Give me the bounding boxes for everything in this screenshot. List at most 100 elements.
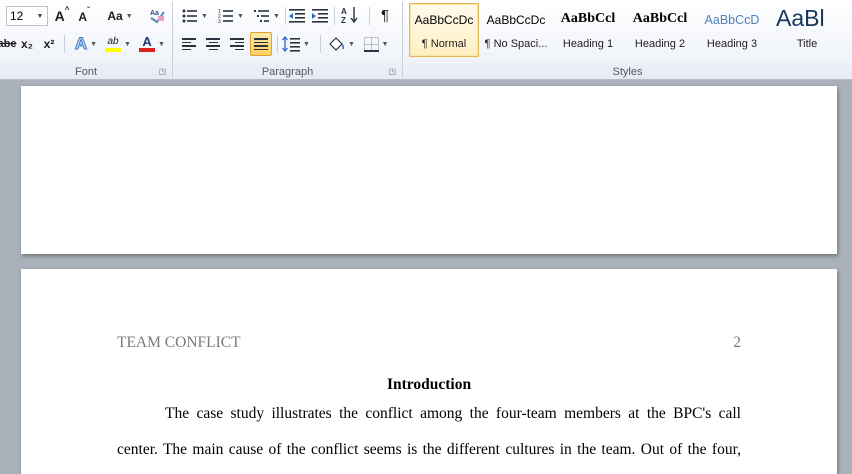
text-effects-dropdown-icon: ▼	[90, 40, 98, 48]
page-1-bottom[interactable]	[21, 86, 837, 254]
align-right-icon	[230, 38, 244, 50]
style-name: Heading 1	[562, 38, 614, 50]
shrink-font-label: A	[78, 10, 87, 24]
align-center-icon	[206, 38, 220, 50]
justify-button[interactable]	[250, 32, 272, 56]
multilevel-list-icon	[254, 10, 270, 22]
svg-text:Aa: Aa	[150, 10, 159, 17]
bullets-icon	[182, 9, 198, 23]
highlight-dropdown-icon: ▼	[124, 40, 131, 48]
divider	[320, 35, 321, 53]
superscript-button[interactable]: x²	[41, 33, 57, 55]
subscript-button[interactable]: x₂	[19, 33, 35, 55]
font-group-label: Font	[74, 66, 97, 78]
align-left-button[interactable]	[179, 33, 199, 55]
style-name: Heading 2	[634, 38, 686, 50]
style-preview: AaBbCcl	[560, 11, 616, 26]
font-color-button[interactable]: A ▼	[137, 33, 167, 55]
svg-text:Z: Z	[341, 16, 346, 24]
style-heading-2[interactable]: AaBbCcl Heading 2	[625, 3, 695, 57]
increase-indent-button[interactable]	[310, 5, 330, 27]
styles-group-label: Styles	[612, 66, 643, 78]
running-header: TEAM CONFLICT	[117, 334, 241, 351]
strikethrough-button[interactable]: abe	[0, 33, 17, 55]
numbering-dropdown-icon: ▼	[237, 12, 244, 20]
paragraph-line: center. The main cause of the conflict s…	[117, 441, 741, 458]
style-name: Heading 3	[706, 38, 758, 50]
style-preview: AaBbCcD	[704, 13, 760, 27]
section-heading: Introduction	[386, 376, 472, 393]
superscript-label: x²	[43, 37, 55, 51]
pilcrow-icon: ¶	[380, 6, 390, 24]
style-normal[interactable]: AaBbCcDc ¶ Normal	[409, 3, 479, 57]
sort-icon: A Z	[341, 7, 358, 24]
justify-icon	[254, 38, 268, 50]
change-case-button[interactable]: Aa ▼	[106, 5, 134, 27]
grow-caret-icon: ^	[64, 5, 70, 14]
show-formatting-marks-button[interactable]: ¶	[374, 4, 396, 26]
grow-font-button[interactable]: A ^	[53, 5, 71, 27]
highlight-button[interactable]: ab ▼	[103, 33, 133, 55]
decrease-indent-button[interactable]	[287, 5, 307, 27]
style-name: ¶ No Spaci...	[484, 38, 548, 50]
svg-text:A: A	[341, 7, 347, 16]
numbering-icon: 1 2 3	[218, 9, 234, 23]
paragraph-dialog-launcher-icon[interactable]: ◳	[388, 68, 396, 76]
font-color-dropdown-icon: ▼	[158, 40, 165, 48]
style-preview: AaBl	[776, 5, 825, 31]
styles-group: AaBbCcDc ¶ Normal AaBbCcDc ¶ No Spaci...…	[403, 0, 852, 80]
multilevel-list-button[interactable]: ▼	[251, 5, 283, 27]
font-size-value: 12	[10, 9, 24, 23]
numbering-button[interactable]: 1 2 3 ▼	[215, 5, 247, 27]
shrink-caret-icon: ˇ	[87, 6, 90, 15]
style-name: Title	[796, 38, 818, 50]
align-center-button[interactable]	[203, 33, 223, 55]
style-heading-3[interactable]: AaBbCcD Heading 3	[697, 3, 767, 57]
sort-button[interactable]: A Z	[338, 4, 362, 26]
line-spacing-button[interactable]: ▼	[281, 33, 311, 55]
shading-dropdown-icon: ▼	[348, 40, 355, 48]
ribbon: 12 ▼ A ^ Aˇ Aa ▼ Aa abe x₂ x² A ▼ ab ▼ A…	[0, 0, 852, 80]
align-right-button[interactable]	[227, 33, 247, 55]
divider	[334, 7, 335, 25]
font-color-bar	[139, 48, 156, 52]
borders-dropdown-icon: ▼	[381, 40, 389, 48]
borders-icon	[363, 36, 379, 52]
highlight-label: ab	[107, 35, 119, 47]
divider	[277, 35, 278, 53]
borders-button[interactable]: ▼	[360, 33, 392, 55]
divider	[285, 7, 286, 25]
font-size-box[interactable]: 12 ▼	[6, 6, 48, 26]
style-preview: AaBbCcDc	[486, 13, 546, 27]
svg-text:3: 3	[218, 19, 221, 23]
font-dialog-launcher-icon[interactable]: ◳	[158, 68, 166, 76]
style-title[interactable]: AaBl Title	[769, 3, 845, 57]
shading-icon	[329, 37, 345, 51]
page-2[interactable]: TEAM CONFLICT 2 Introduction The case st…	[21, 269, 837, 474]
shrink-font-button[interactable]: Aˇ	[76, 6, 92, 28]
style-no-spacing[interactable]: AaBbCcDc ¶ No Spaci...	[481, 3, 551, 57]
divider	[369, 7, 370, 25]
page-number: 2	[733, 334, 741, 351]
decrease-indent-icon	[289, 9, 305, 23]
bullets-button[interactable]: ▼	[179, 5, 211, 27]
style-preview: AaBbCcDc	[414, 13, 474, 27]
font-color-icon: A	[139, 35, 156, 52]
text-effects-button[interactable]: A ▼	[72, 33, 100, 55]
style-name: ¶ Normal	[421, 38, 467, 50]
strikethrough-label: abe	[0, 38, 17, 50]
multilevel-dropdown-icon: ▼	[273, 12, 280, 20]
align-left-icon	[182, 38, 196, 50]
bullets-dropdown-icon: ▼	[201, 12, 208, 20]
font-size-dropdown-icon[interactable]: ▼	[34, 8, 46, 24]
highlight-icon: ab	[105, 35, 122, 52]
shading-button[interactable]: ▼	[325, 33, 357, 55]
divider	[64, 35, 65, 53]
clear-formatting-icon: Aa	[150, 10, 165, 24]
paragraph-line: The case study illustrates the conflict …	[165, 405, 741, 422]
clear-formatting-button[interactable]: Aa	[146, 4, 168, 26]
subscript-label: x₂	[20, 37, 33, 51]
text-effects-label: A	[74, 34, 88, 54]
increase-indent-icon	[312, 9, 328, 23]
style-heading-1[interactable]: AaBbCcl Heading 1	[553, 3, 623, 57]
